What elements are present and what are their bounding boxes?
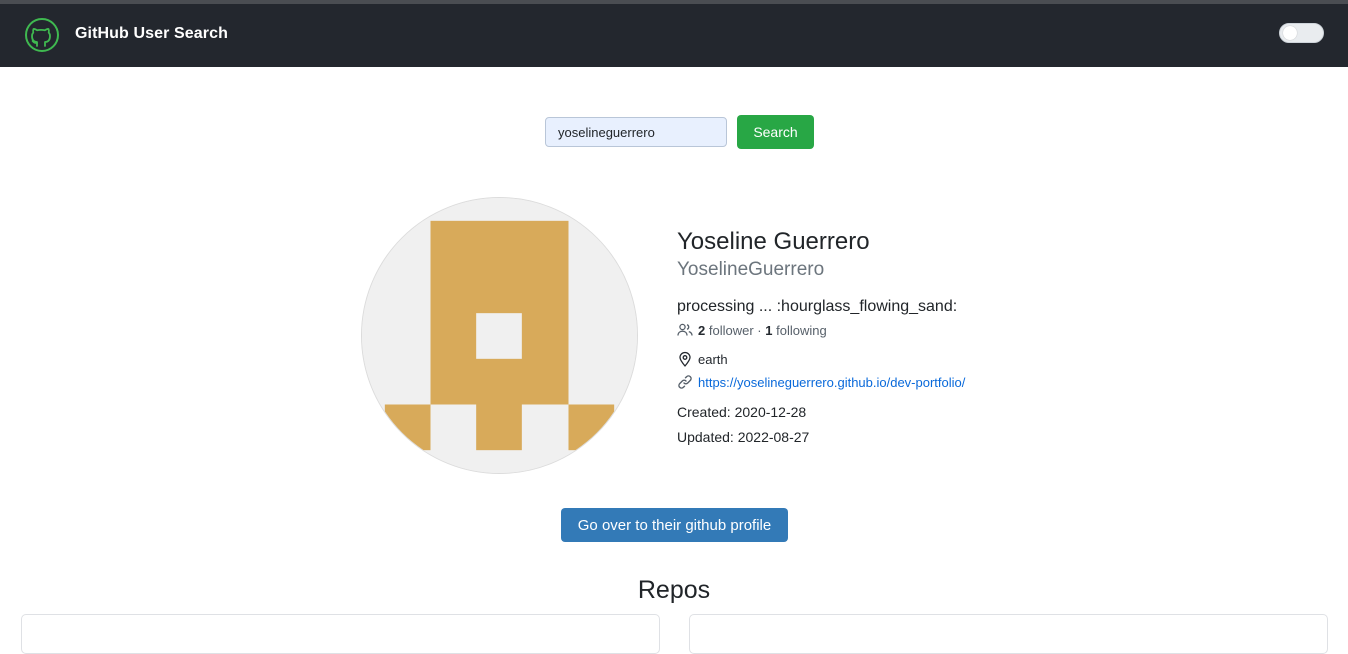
blog-link[interactable]: https://yoselineguerrero.github.io/dev-p… — [698, 375, 965, 390]
follow-separator: · — [757, 322, 762, 338]
repo-card[interactable] — [689, 614, 1328, 654]
search-input[interactable] — [545, 117, 727, 147]
user-location: earth — [698, 351, 728, 367]
avatar — [361, 197, 638, 474]
followers-count[interactable]: 2 — [698, 323, 705, 338]
github-octocat-icon[interactable] — [24, 17, 60, 53]
user-bio: processing ... :hourglass_flowing_sand: — [677, 298, 958, 315]
created-date: Created: 2020-12-28 — [677, 404, 807, 420]
following-count[interactable]: 1 — [765, 323, 772, 338]
user-login: YoselineGuerrero — [677, 259, 825, 280]
follow-stats: 2 follower · 1 following — [677, 322, 827, 338]
following-label[interactable]: following — [776, 323, 827, 338]
app-title: GitHub User Search — [75, 25, 228, 42]
blog-row: https://yoselineguerrero.github.io/dev-p… — [677, 374, 965, 390]
repo-card[interactable] — [21, 614, 660, 654]
people-icon — [677, 322, 693, 338]
link-icon — [677, 374, 693, 390]
location-row: earth — [677, 351, 728, 367]
theme-toggle[interactable] — [1279, 23, 1324, 43]
toggle-knob — [1283, 26, 1297, 40]
updated-date: Updated: 2022-08-27 — [677, 429, 810, 445]
identicon-image — [362, 198, 637, 473]
location-pin-icon — [677, 351, 693, 367]
github-profile-button[interactable]: Go over to their github profile — [561, 508, 788, 542]
navbar: GitHub User Search — [0, 4, 1348, 67]
followers-label[interactable]: follower — [709, 323, 754, 338]
search-button[interactable]: Search — [737, 115, 814, 149]
user-full-name: Yoseline Guerrero — [677, 228, 870, 255]
repos-heading: Repos — [637, 576, 711, 604]
